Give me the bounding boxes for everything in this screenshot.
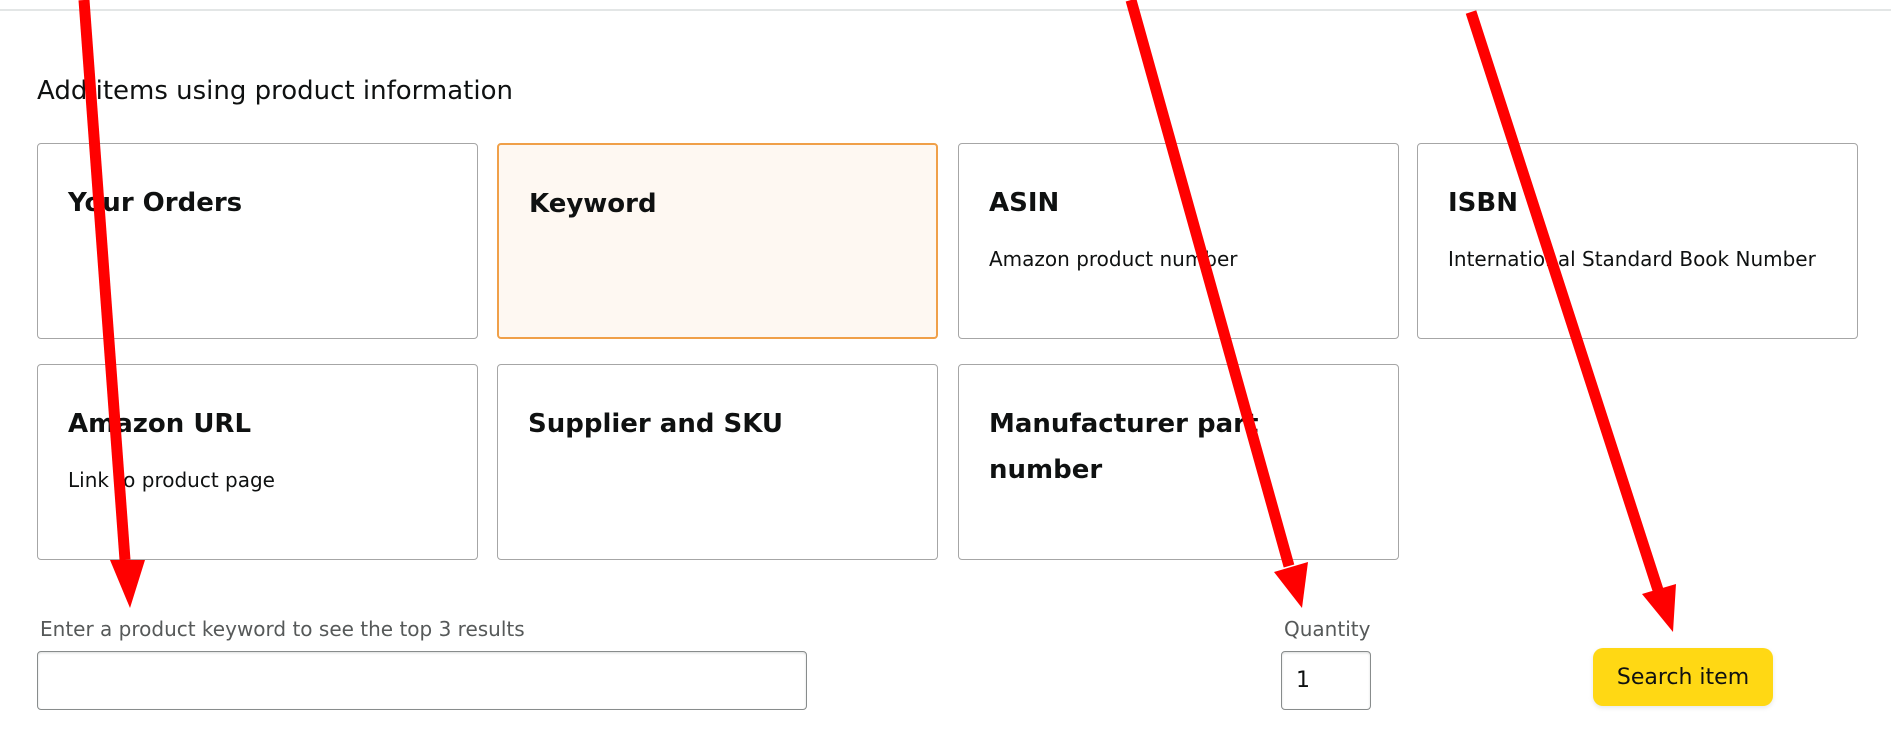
card-subtitle: Link to product page xyxy=(68,468,275,492)
quantity-input[interactable] xyxy=(1281,651,1371,710)
card-title: Your Orders xyxy=(68,188,243,218)
keyword-field-label: Enter a product keyword to see the top 3… xyxy=(40,617,525,641)
card-title: Keyword xyxy=(529,189,657,219)
card-subtitle: International Standard Book Number xyxy=(1448,247,1816,271)
option-card-isbn[interactable]: ISBN International Standard Book Number xyxy=(1417,143,1858,339)
add-items-page: Add items using product information Your… xyxy=(0,0,1891,756)
option-card-supplier-sku[interactable]: Supplier and SKU xyxy=(497,364,938,560)
search-item-button[interactable]: Search item xyxy=(1593,648,1773,706)
section-title: Add items using product information xyxy=(37,76,513,106)
keyword-input[interactable] xyxy=(37,651,807,710)
card-title: Manufacturer part number xyxy=(989,409,1259,485)
card-subtitle: Amazon product number xyxy=(989,247,1238,271)
quantity-label: Quantity xyxy=(1284,617,1371,641)
option-card-your-orders[interactable]: Your Orders xyxy=(37,143,478,339)
option-card-asin[interactable]: ASIN Amazon product number xyxy=(958,143,1399,339)
option-card-manufacturer-part-number[interactable]: Manufacturer part number xyxy=(958,364,1399,560)
card-title: ASIN xyxy=(989,188,1060,218)
option-card-keyword[interactable]: Keyword xyxy=(497,143,938,339)
option-card-amazon-url[interactable]: Amazon URL Link to product page xyxy=(37,364,478,560)
card-title: Supplier and SKU xyxy=(528,409,784,439)
card-title: ISBN xyxy=(1448,188,1518,218)
card-title: Amazon URL xyxy=(68,409,252,439)
top-divider xyxy=(0,9,1891,11)
